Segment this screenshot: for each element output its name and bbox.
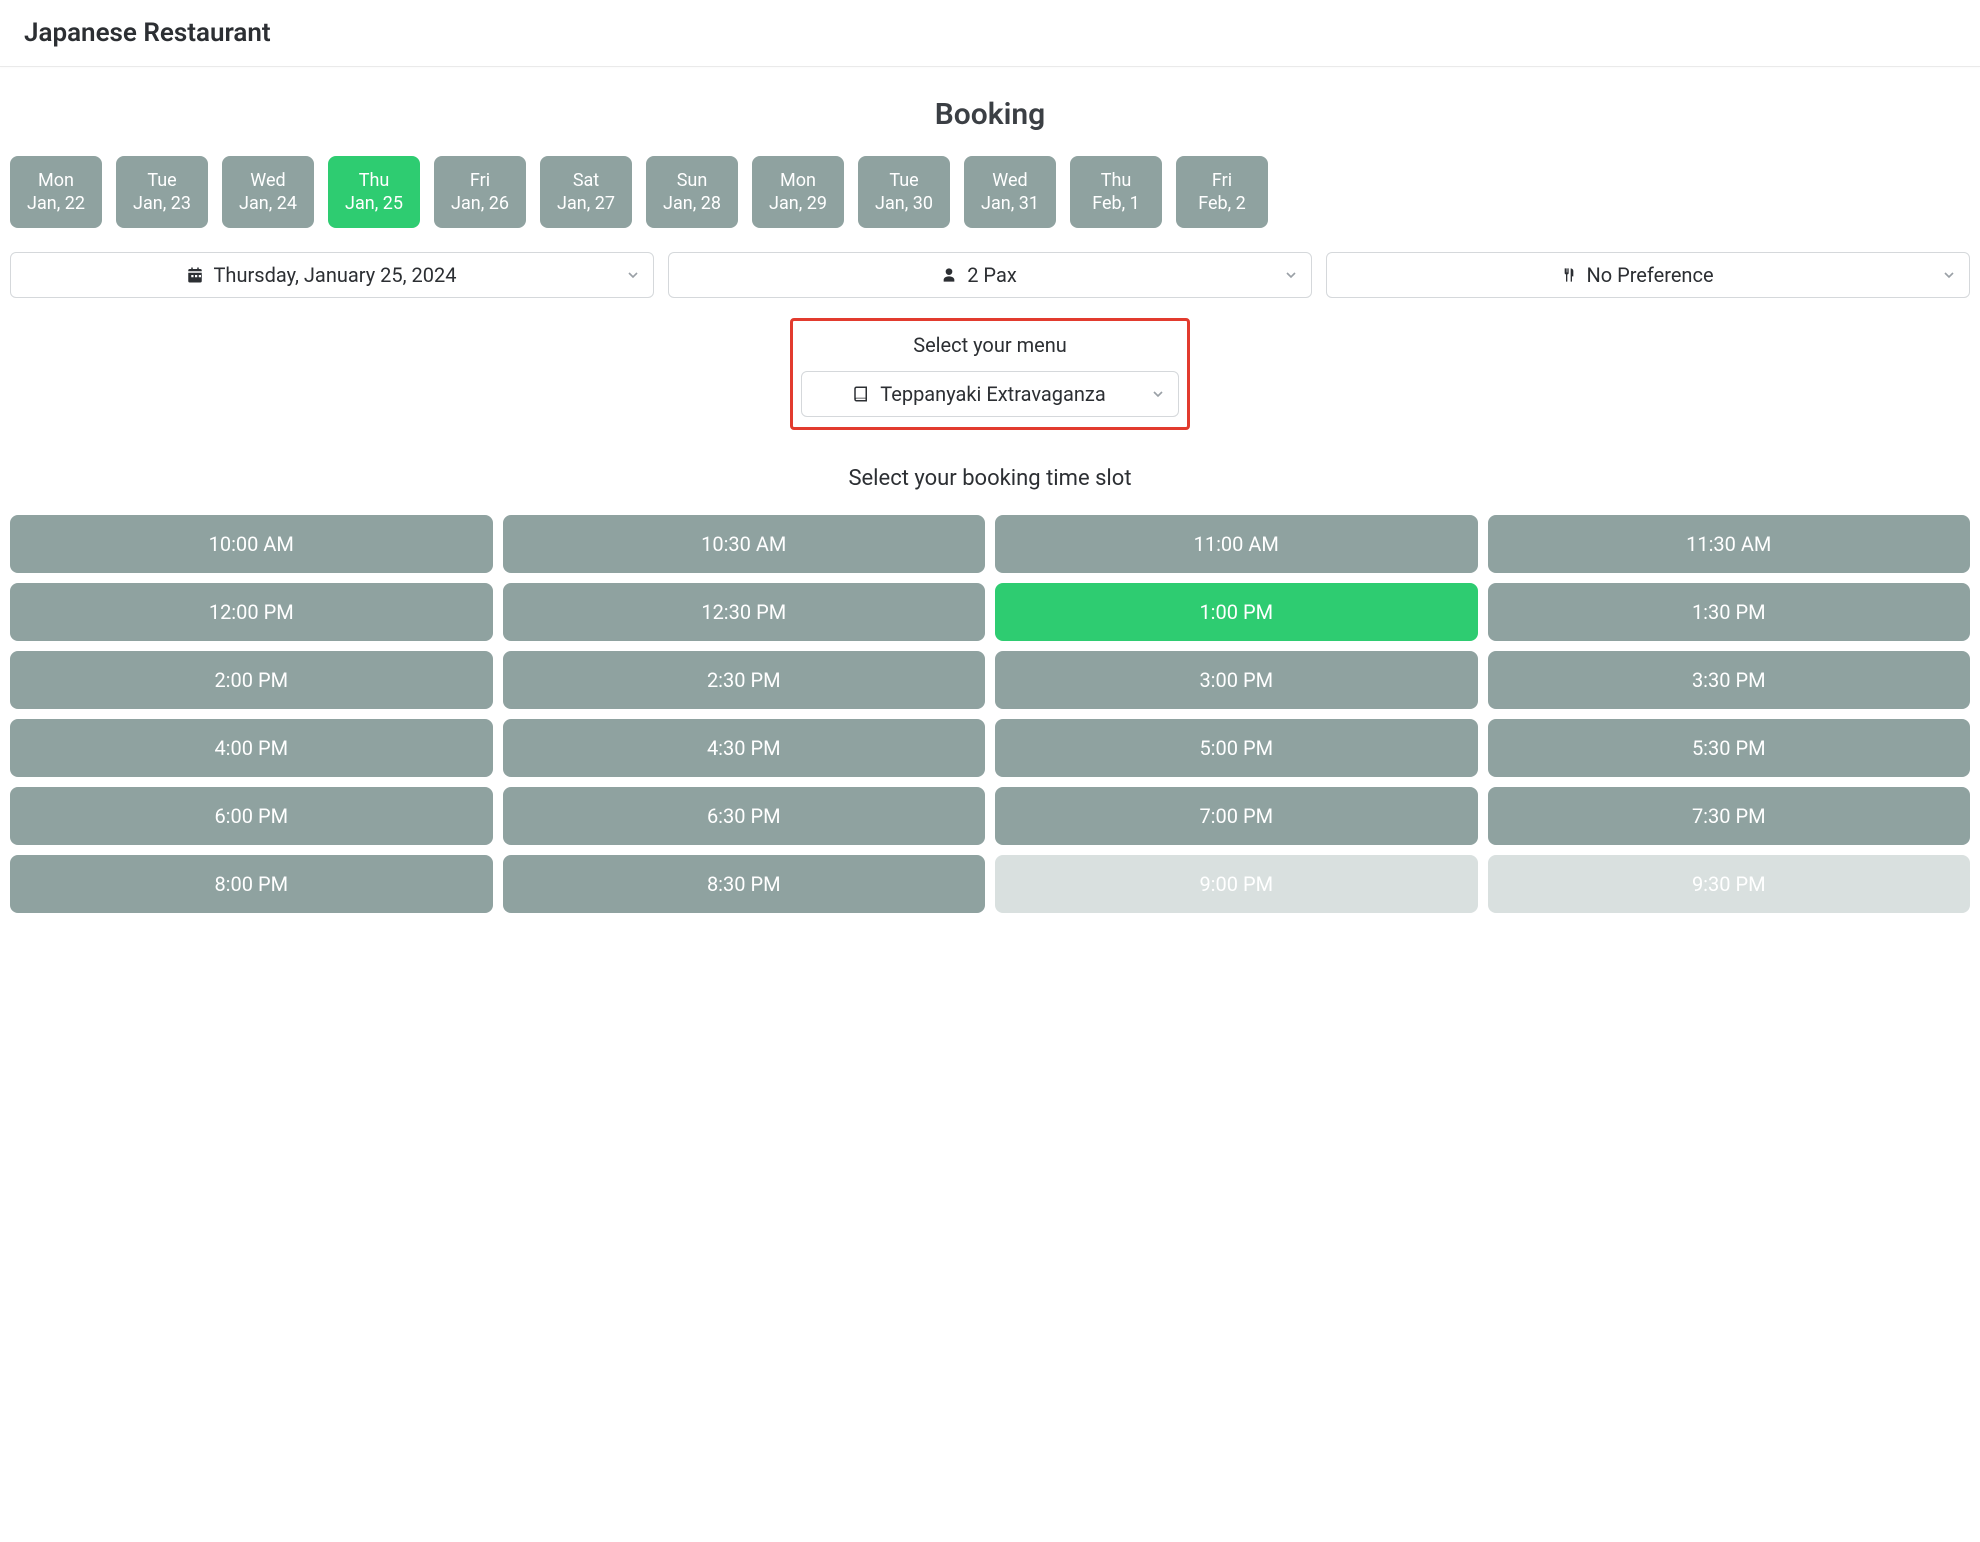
chevron-down-icon bbox=[1941, 267, 1957, 283]
date-card-dow: Fri bbox=[470, 169, 490, 192]
date-card-dow: Mon bbox=[38, 169, 74, 192]
timeslot[interactable]: 2:00 PM bbox=[10, 651, 493, 709]
date-card-md: Jan, 27 bbox=[557, 192, 615, 215]
page-header: Japanese Restaurant bbox=[0, 0, 1980, 67]
menu-section-label: Select your menu bbox=[799, 333, 1181, 357]
date-card[interactable]: MonJan, 22 bbox=[10, 156, 102, 228]
timeslot[interactable]: 2:30 PM bbox=[503, 651, 986, 709]
date-card[interactable]: SatJan, 27 bbox=[540, 156, 632, 228]
timeslot[interactable]: 10:00 AM bbox=[10, 515, 493, 573]
date-select[interactable]: Thursday, January 25, 2024 bbox=[10, 252, 654, 298]
timeslot[interactable]: 1:00 PM bbox=[995, 583, 1478, 641]
timeslot[interactable]: 8:00 PM bbox=[10, 855, 493, 913]
menu-highlight-box: Select your menu Teppanyaki Extravaganza bbox=[790, 318, 1190, 430]
date-card[interactable]: WedJan, 24 bbox=[222, 156, 314, 228]
date-card[interactable]: FriJan, 26 bbox=[434, 156, 526, 228]
date-card-md: Feb, 2 bbox=[1198, 192, 1246, 215]
person-icon bbox=[941, 267, 957, 283]
date-card-dow: Tue bbox=[889, 169, 918, 192]
date-card-dow: Wed bbox=[250, 169, 285, 192]
date-card[interactable]: TueJan, 23 bbox=[116, 156, 208, 228]
timeslot[interactable]: 12:00 PM bbox=[10, 583, 493, 641]
menu-section: Select your menu Teppanyaki Extravaganza bbox=[10, 318, 1970, 430]
date-card-dow: Wed bbox=[992, 169, 1027, 192]
menu-select[interactable]: Teppanyaki Extravaganza bbox=[801, 371, 1179, 417]
date-card-md: Jan, 26 bbox=[451, 192, 509, 215]
chevron-down-icon bbox=[625, 267, 641, 283]
timeslot-grid: 10:00 AM10:30 AM11:00 AM11:30 AM 12:00 PM… bbox=[10, 515, 1970, 913]
timeslot[interactable]: 5:30 PM bbox=[1488, 719, 1971, 777]
preference-select[interactable]: No Preference bbox=[1326, 252, 1970, 298]
timeslot[interactable]: 12:30 PM bbox=[503, 583, 986, 641]
timeslot[interactable]: 3:00 PM bbox=[995, 651, 1478, 709]
selectors-row: Thursday, January 25, 2024 2 Pax No Pref… bbox=[10, 252, 1970, 298]
date-card-dow: Sun bbox=[677, 169, 708, 192]
date-card-dow: Tue bbox=[147, 169, 176, 192]
timeslot[interactable]: 10:30 AM bbox=[503, 515, 986, 573]
timeslot[interactable]: 11:30 AM bbox=[1488, 515, 1971, 573]
calendar-icon bbox=[186, 266, 204, 284]
pax-select[interactable]: 2 Pax bbox=[668, 252, 1312, 298]
pax-select-value: 2 Pax bbox=[967, 263, 1017, 287]
timeslot[interactable]: 3:30 PM bbox=[1488, 651, 1971, 709]
book-icon bbox=[852, 385, 870, 403]
date-select-value: Thursday, January 25, 2024 bbox=[214, 263, 457, 287]
timeslot[interactable]: 11:00 AM bbox=[995, 515, 1478, 573]
date-card[interactable]: SunJan, 28 bbox=[646, 156, 738, 228]
date-scroller: MonJan, 22TueJan, 23WedJan, 24ThuJan, 25… bbox=[10, 156, 1970, 228]
date-card[interactable]: FriFeb, 2 bbox=[1176, 156, 1268, 228]
date-card-md: Jan, 28 bbox=[663, 192, 721, 215]
date-card[interactable]: MonJan, 29 bbox=[752, 156, 844, 228]
timeslot[interactable]: 8:30 PM bbox=[503, 855, 986, 913]
date-card[interactable]: ThuFeb, 1 bbox=[1070, 156, 1162, 228]
menu-select-value: Teppanyaki Extravaganza bbox=[880, 382, 1105, 406]
timeslot[interactable]: 4:30 PM bbox=[503, 719, 986, 777]
timeslot: 9:00 PM bbox=[995, 855, 1478, 913]
timeslot[interactable]: 7:00 PM bbox=[995, 787, 1478, 845]
timeslot[interactable]: 1:30 PM bbox=[1488, 583, 1971, 641]
date-card-dow: Sat bbox=[573, 169, 599, 192]
restaurant-title: Japanese Restaurant bbox=[24, 18, 1956, 48]
timeslot: 9:30 PM bbox=[1488, 855, 1971, 913]
chevron-down-icon bbox=[1150, 386, 1166, 402]
date-card-md: Jan, 25 bbox=[345, 192, 403, 215]
date-card[interactable]: WedJan, 31 bbox=[964, 156, 1056, 228]
timeslot[interactable]: 6:30 PM bbox=[503, 787, 986, 845]
date-card-dow: Thu bbox=[359, 169, 390, 192]
date-card-md: Jan, 30 bbox=[875, 192, 933, 215]
timeslot[interactable]: 4:00 PM bbox=[10, 719, 493, 777]
date-card-md: Jan, 24 bbox=[239, 192, 297, 215]
preference-select-value: No Preference bbox=[1586, 263, 1713, 287]
date-card-dow: Fri bbox=[1212, 169, 1232, 192]
date-card-md: Jan, 29 bbox=[769, 192, 827, 215]
date-card[interactable]: TueJan, 30 bbox=[858, 156, 950, 228]
timeslot-heading: Select your booking time slot bbox=[10, 466, 1970, 491]
date-card-md: Feb, 1 bbox=[1092, 192, 1140, 215]
timeslot[interactable]: 5:00 PM bbox=[995, 719, 1478, 777]
date-card-dow: Thu bbox=[1101, 169, 1132, 192]
date-card-md: Jan, 23 bbox=[133, 192, 191, 215]
timeslot[interactable]: 7:30 PM bbox=[1488, 787, 1971, 845]
timeslot[interactable]: 6:00 PM bbox=[10, 787, 493, 845]
chevron-down-icon bbox=[1283, 267, 1299, 283]
booking-heading: Booking bbox=[10, 97, 1970, 132]
booking-container: Booking MonJan, 22TueJan, 23WedJan, 24Th… bbox=[0, 67, 1980, 933]
date-card-md: Jan, 22 bbox=[27, 192, 85, 215]
date-card-dow: Mon bbox=[780, 169, 816, 192]
utensils-icon bbox=[1560, 267, 1576, 283]
date-card[interactable]: ThuJan, 25 bbox=[328, 156, 420, 228]
date-card-md: Jan, 31 bbox=[981, 192, 1039, 215]
